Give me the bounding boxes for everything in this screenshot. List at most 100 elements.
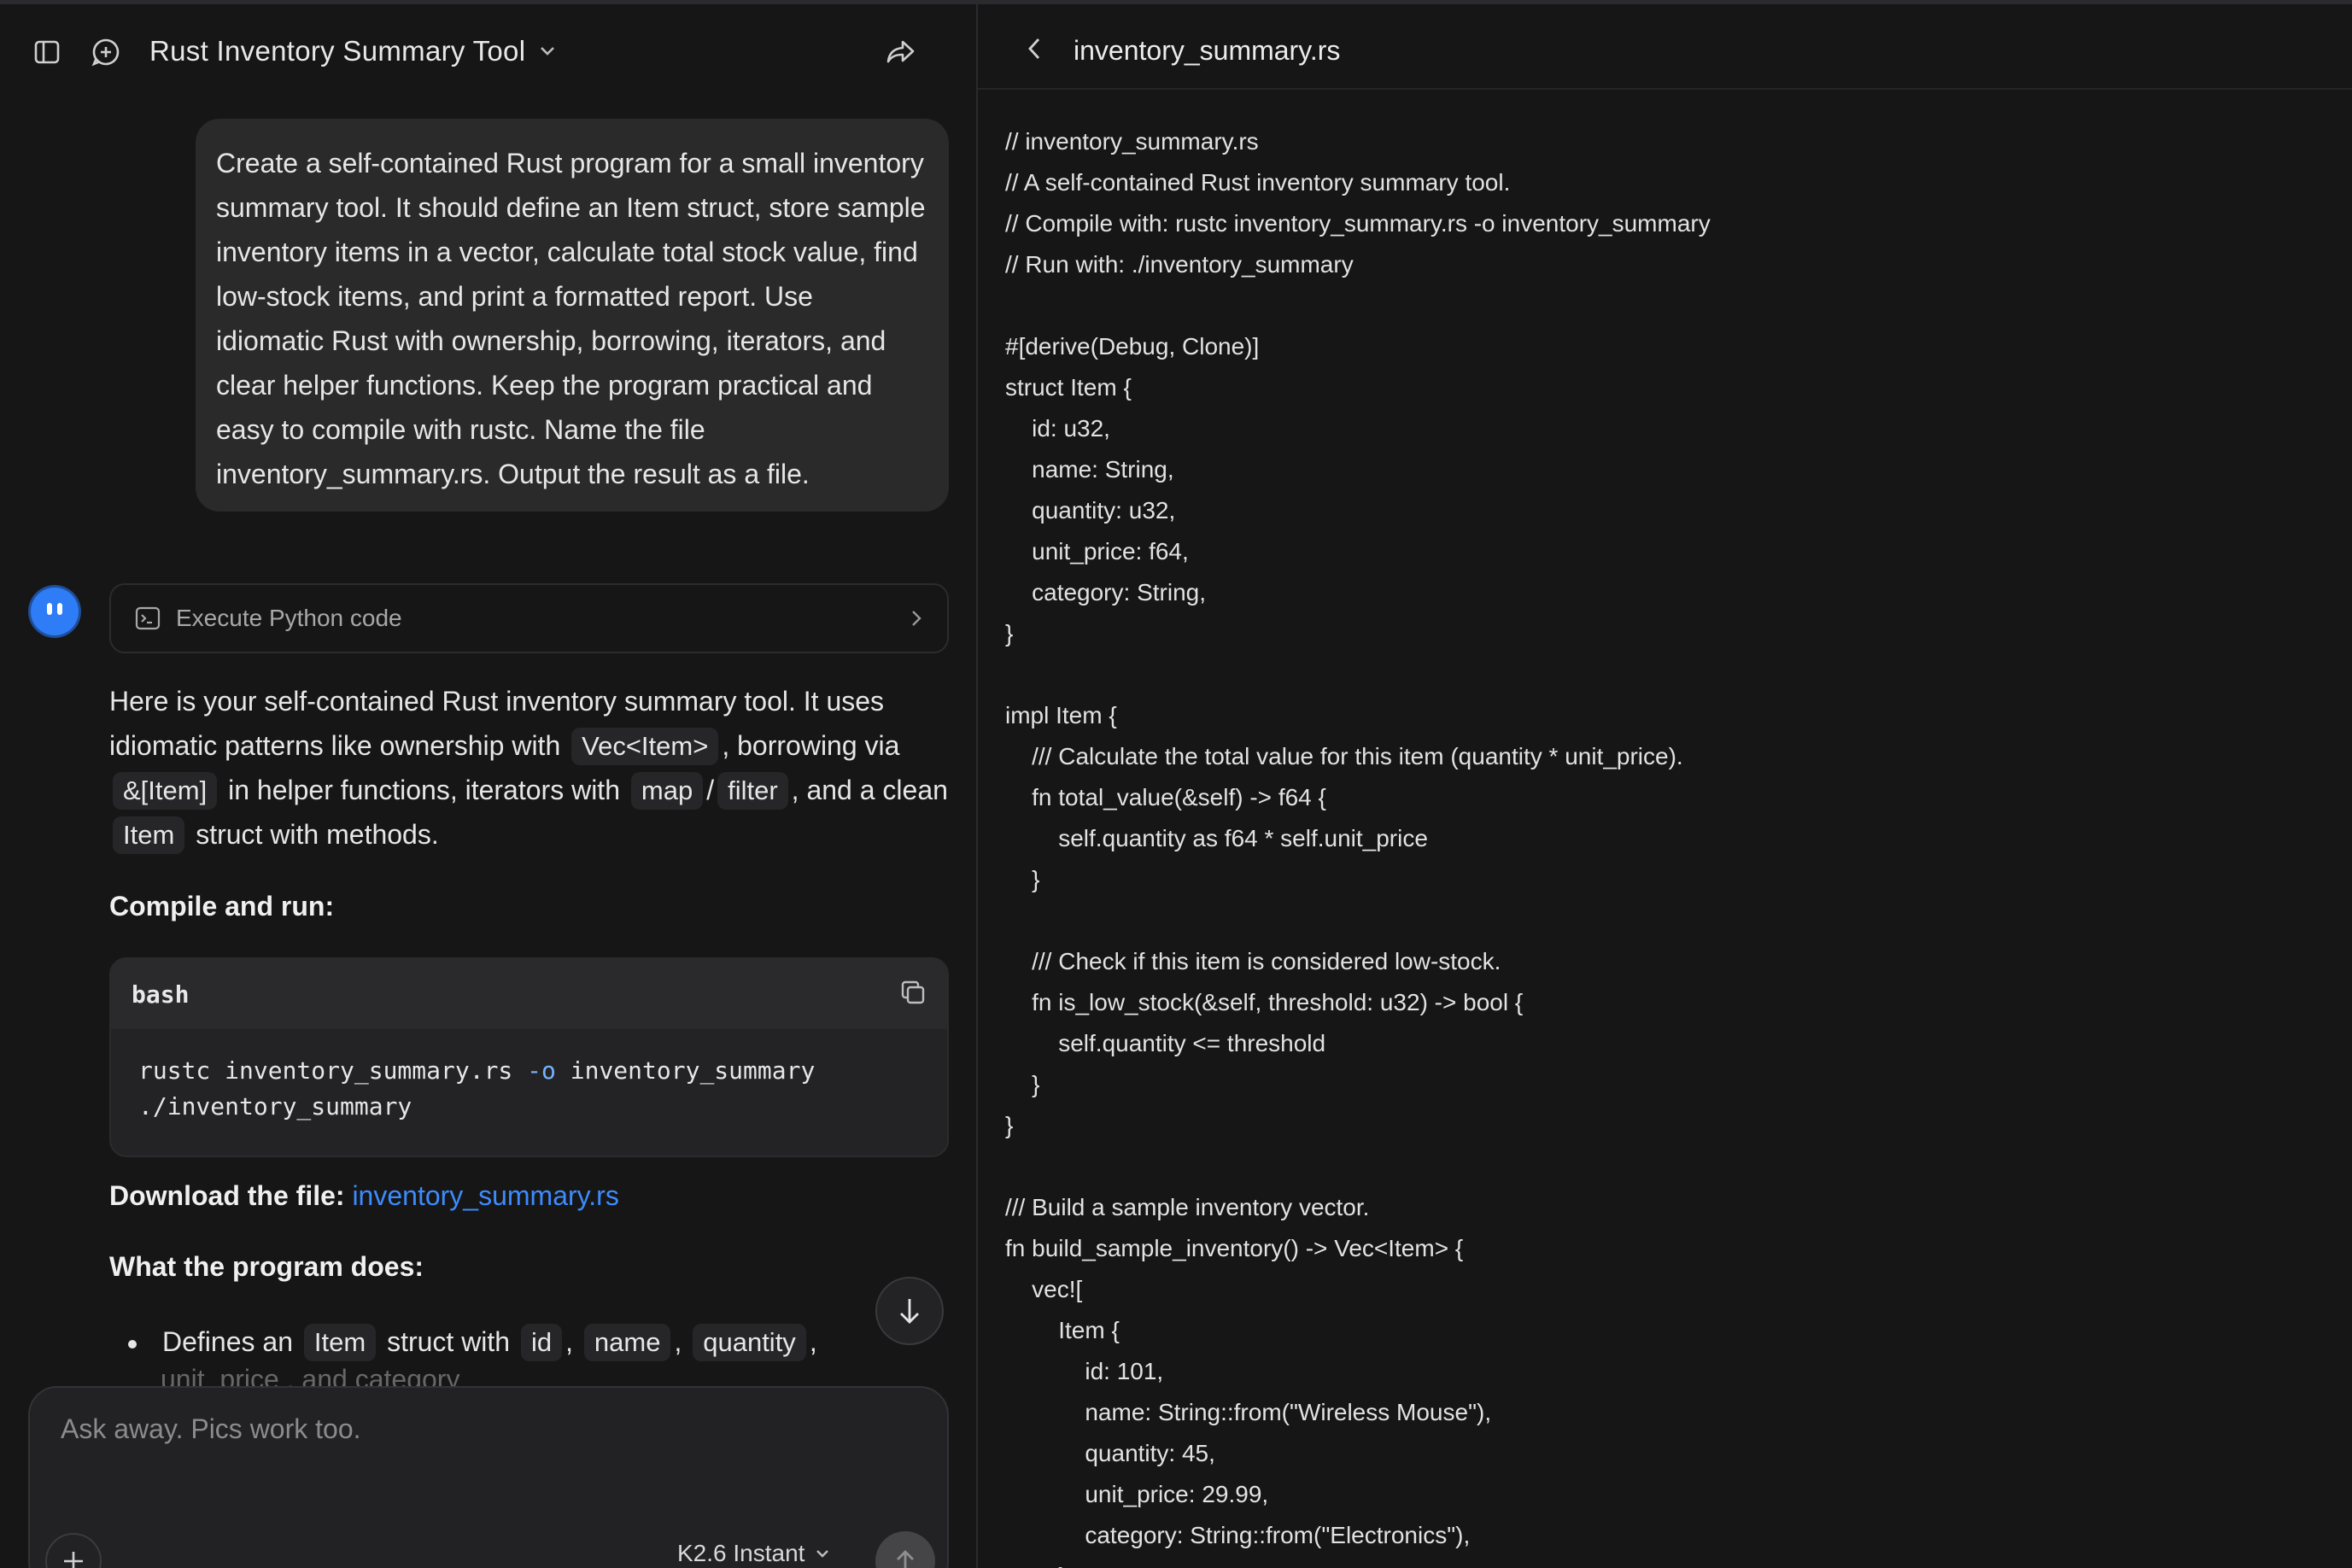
code-line: #[derive(Debug, Clone)] — [1005, 333, 1260, 360]
code-line: fn build_sample_inventory() -> Vec<Item>… — [1005, 1235, 1464, 1261]
bash-code-block: bash rustc inventory_summary.rs -o inven… — [109, 957, 949, 1157]
code-line: id: 101, — [1005, 1358, 1164, 1384]
code-text: ./inventory_summary — [138, 1092, 412, 1120]
code-line: } — [1005, 1112, 1014, 1138]
download-file-link[interactable]: inventory_summary.rs — [352, 1180, 618, 1211]
conversation-title[interactable]: Rust Inventory Summary Tool — [149, 35, 556, 67]
bullet-text: struct with — [387, 1326, 511, 1357]
assistant-avatar — [31, 588, 79, 635]
user-message-bubble: Create a self-contained Rust program for… — [196, 119, 949, 512]
chevron-left-icon — [1028, 38, 1040, 59]
response-text: , and a clean — [791, 775, 948, 805]
code-text: inventory_summary — [555, 1056, 816, 1085]
code-line: // Run with: ./inventory_summary — [1005, 251, 1354, 278]
code-line: category: String, — [1005, 579, 1206, 606]
bullet-dot — [128, 1339, 137, 1349]
code-line: name: String, — [1005, 456, 1174, 483]
model-name: K2.6 Instant — [677, 1540, 805, 1566]
assistant-response-intro: Here is your self-contained Rust invento… — [109, 679, 949, 857]
compile-heading: Compile and run: — [109, 891, 335, 921]
chat-pane: Rust Inventory Summary Tool Create a sel… — [0, 4, 976, 1568]
inline-code: &[Item] — [113, 772, 218, 810]
code-line: quantity: u32, — [1005, 497, 1176, 524]
inline-code: filter — [717, 772, 788, 810]
code-language-label: bash — [132, 980, 190, 1009]
chat-header: Rust Inventory Summary Tool — [0, 4, 976, 93]
attach-button[interactable] — [45, 1533, 102, 1568]
code-line: Item { — [1005, 1317, 1120, 1343]
response-text: , borrowing via — [722, 730, 900, 761]
arrow-up-icon — [897, 1550, 914, 1568]
inline-code: id — [520, 1324, 563, 1361]
model-selector[interactable]: K2.6 Instant — [677, 1540, 830, 1567]
sidebar-icon — [34, 40, 60, 64]
file-viewer-header: inventory_summary.rs — [978, 4, 2352, 90]
code-line: impl Item { — [1005, 702, 1117, 728]
inline-code: quantity — [693, 1324, 806, 1361]
code-line: vec![ — [1005, 1276, 1083, 1302]
send-button[interactable] — [875, 1531, 935, 1568]
plus-icon — [64, 1552, 83, 1568]
code-line: fn is_low_stock(&self, threshold: u32) -… — [1005, 989, 1524, 1015]
chevron-down-icon — [816, 1550, 829, 1558]
bullet-text: , — [809, 1326, 817, 1357]
list-item: Defines an Item struct with id, name, qu… — [128, 1319, 817, 1364]
avatar-eye-right — [57, 603, 62, 615]
share-button[interactable] — [882, 33, 920, 71]
what-heading: What the program does: — [109, 1251, 424, 1282]
download-line: Download the file: inventory_summary.rs — [109, 1180, 619, 1212]
bullet-text: , — [565, 1326, 574, 1357]
message-composer[interactable]: Ask away. Pics work too. K2.6 Instant — [28, 1386, 949, 1568]
response-text: / — [706, 775, 715, 805]
code-line: quantity: 45, — [1005, 1440, 1215, 1466]
code-block-header: bash — [111, 959, 947, 1029]
copy-icon — [901, 980, 925, 1003]
code-line: category: String::from("Electronics"), — [1005, 1522, 1471, 1548]
code-line: // A self-contained Rust inventory summa… — [1005, 169, 1511, 196]
file-name-title: inventory_summary.rs — [1074, 35, 1341, 66]
code-line: } — [1005, 1071, 1040, 1097]
code-block-body: rustc inventory_summary.rs -o inventory_… — [111, 1029, 947, 1149]
code-line: // inventory_summary.rs — [1005, 128, 1259, 155]
file-viewer-pane: inventory_summary.rs // inventory_summar… — [978, 4, 2352, 1568]
code-line: /// Build a sample inventory vector. — [1005, 1194, 1370, 1220]
arrow-down-icon — [900, 1299, 919, 1324]
inline-code: Vec<Item> — [571, 728, 719, 765]
code-line: unit_price: f64, — [1005, 538, 1189, 565]
chevron-down-icon — [541, 47, 555, 56]
code-line: /// Calculate the total value for this i… — [1005, 743, 1683, 769]
tool-call-execute-python[interactable]: Execute Python code — [109, 583, 949, 653]
code-line: unit_price: 29.99, — [1005, 1481, 1269, 1507]
new-chat-button[interactable] — [87, 33, 125, 71]
code-line: id: u32, — [1005, 415, 1110, 442]
code-line: } — [1005, 866, 1040, 892]
user-message-text: Create a self-contained Rust program for… — [216, 148, 926, 489]
code-line: name: String::from("Wireless Mouse"), — [1005, 1399, 1492, 1425]
bullet-text: , — [674, 1326, 682, 1357]
avatar-eye-left — [47, 603, 52, 615]
code-line: }, — [1005, 1556, 1711, 1568]
tool-call-label: Execute Python code — [176, 605, 402, 631]
inline-code: map — [630, 772, 704, 810]
inline-code: Item — [113, 816, 185, 854]
sidebar-toggle-button[interactable] — [28, 33, 66, 71]
file-code-view: // inventory_summary.rs // A self-contain… — [1005, 121, 1711, 1568]
response-text: in helper functions, iterators with — [228, 775, 620, 805]
inline-code: name — [583, 1324, 671, 1361]
back-button[interactable] — [1015, 30, 1053, 67]
code-line: self.quantity as f64 * self.unit_price — [1005, 825, 1428, 851]
download-label: Download the file: — [109, 1180, 345, 1211]
scroll-to-bottom-button[interactable] — [875, 1277, 944, 1345]
code-line: } — [1005, 620, 1014, 647]
bullet-text: Defines an — [162, 1326, 293, 1357]
code-text: rustc inventory_summary.rs — [138, 1056, 528, 1085]
composer-input[interactable]: Ask away. Pics work too. — [61, 1413, 361, 1445]
code-flag: -o — [527, 1056, 556, 1085]
code-line: /// Check if this item is considered low… — [1005, 948, 1501, 974]
copy-code-button[interactable] — [899, 979, 927, 1010]
response-text: struct with methods. — [196, 819, 439, 850]
share-icon — [886, 40, 915, 63]
